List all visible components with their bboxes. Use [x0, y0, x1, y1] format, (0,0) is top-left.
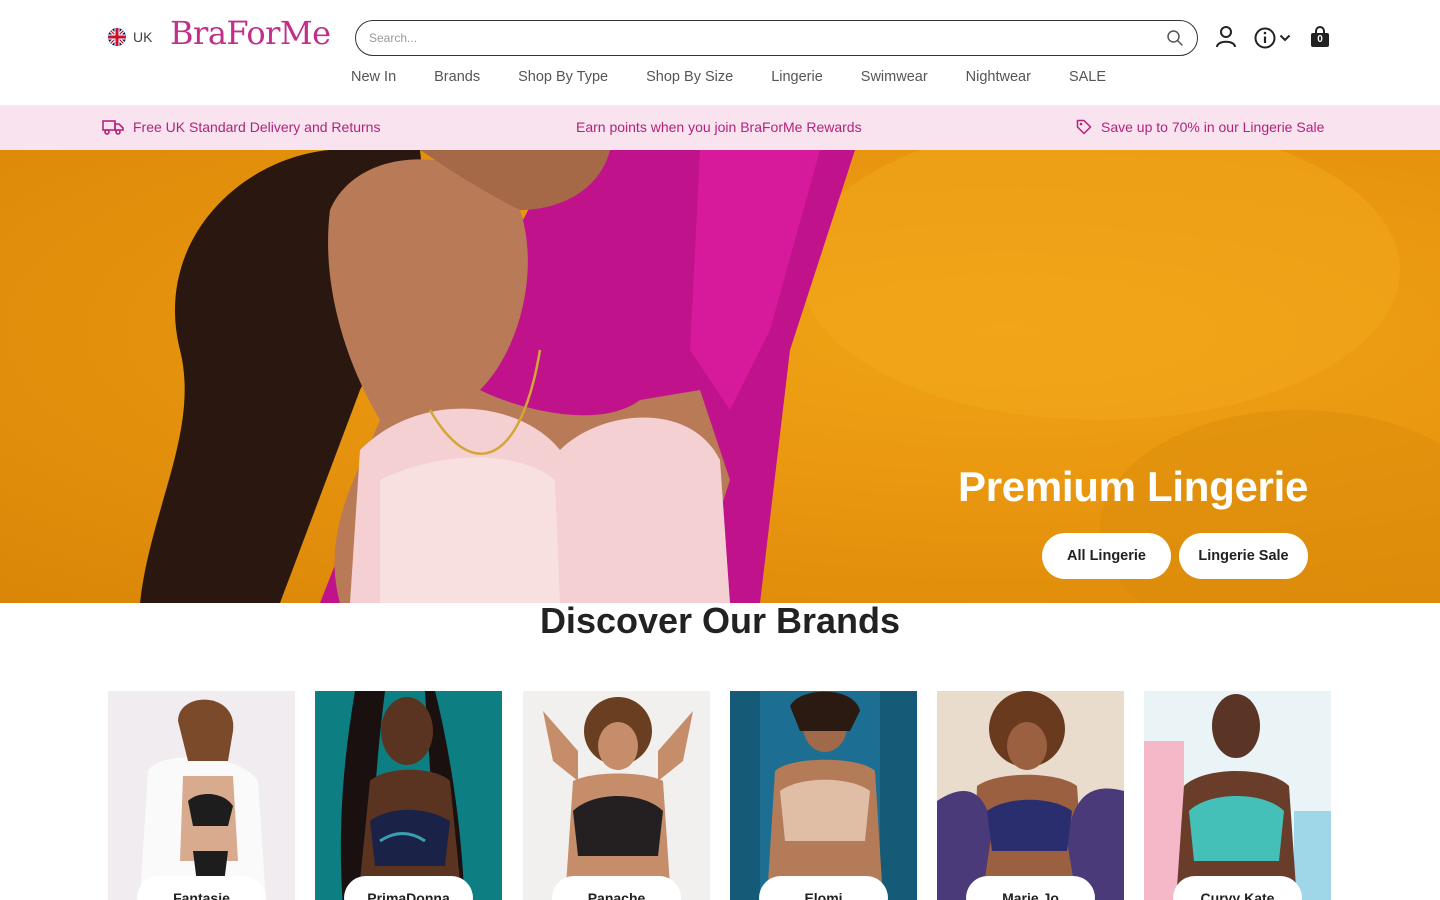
cart-count: 0 — [1317, 34, 1323, 45]
brand-name: Elomi — [759, 876, 888, 900]
cart-button[interactable]: 0 — [1310, 26, 1330, 48]
brand-image — [937, 691, 1124, 900]
hero-banner: Premium Lingerie All Lingerie Lingerie S… — [0, 150, 1440, 603]
main-nav: New In Brands Shop By Type Shop By Size … — [351, 69, 1144, 85]
brand-name: PrimaDonna — [344, 876, 473, 900]
promo-rewards[interactable]: Earn points when you join BraForMe Rewar… — [576, 119, 862, 135]
brand-name: Panache — [552, 876, 681, 900]
nav-lingerie[interactable]: Lingerie — [771, 69, 823, 85]
hero-title: Premium Lingerie — [958, 463, 1308, 510]
locale-label: UK — [133, 29, 153, 45]
nav-swimwear[interactable]: Swimwear — [861, 69, 928, 85]
promo-sale-text: Save up to 70% in our Lingerie Sale — [1101, 119, 1325, 135]
promo-delivery[interactable]: Free UK Standard Delivery and Returns — [102, 119, 380, 135]
brand-card-panache[interactable]: Panache — [523, 691, 710, 900]
locale-selector[interactable]: UK — [108, 28, 152, 46]
info-menu-button[interactable] — [1254, 27, 1291, 49]
brand-image — [108, 691, 295, 900]
promo-rewards-text: Earn points when you join BraForMe Rewar… — [576, 119, 862, 135]
brand-image — [523, 691, 710, 900]
brand-image — [1144, 691, 1331, 900]
site-logo[interactable]: BraForMe — [170, 14, 331, 52]
nav-brands[interactable]: Brands — [434, 69, 480, 85]
brand-name: Fantasie — [137, 876, 266, 900]
promo-bar: Free UK Standard Delivery and Returns Ea… — [0, 105, 1440, 150]
nav-new-in[interactable]: New In — [351, 69, 396, 85]
price-tag-icon — [1076, 119, 1092, 135]
brand-image — [315, 691, 502, 900]
all-lingerie-button[interactable]: All Lingerie — [1042, 533, 1171, 579]
nav-shop-by-size[interactable]: Shop By Size — [646, 69, 733, 85]
uk-flag-icon — [108, 28, 126, 46]
chevron-down-icon — [1279, 34, 1291, 42]
nav-shop-by-type[interactable]: Shop By Type — [518, 69, 608, 85]
brand-card-curvy-kate[interactable]: Curvy Kate — [1144, 691, 1331, 900]
info-icon — [1254, 27, 1276, 49]
brand-card-primadonna[interactable]: PrimaDonna — [315, 691, 502, 900]
nav-sale[interactable]: SALE — [1069, 69, 1106, 85]
brand-card-fantasie[interactable]: Fantasie — [108, 691, 295, 900]
brand-card-elomi[interactable]: Elomi — [730, 691, 917, 900]
promo-sale[interactable]: Save up to 70% in our Lingerie Sale — [1076, 119, 1324, 135]
brand-name: Marie Jo — [966, 876, 1095, 900]
brand-image — [730, 691, 917, 900]
search-bar — [355, 20, 1198, 56]
search-input[interactable] — [369, 31, 1166, 45]
nav-nightwear[interactable]: Nightwear — [966, 69, 1031, 85]
site-header: UK BraForMe 0 New In Bran — [0, 0, 1440, 105]
promo-delivery-text: Free UK Standard Delivery and Returns — [133, 119, 381, 135]
brand-name: Curvy Kate — [1173, 876, 1302, 900]
search-icon[interactable] — [1166, 29, 1184, 47]
delivery-truck-icon — [102, 120, 124, 135]
brand-card-marie-jo[interactable]: Marie Jo — [937, 691, 1124, 900]
brands-section-title: Discover Our Brands — [539, 600, 901, 641]
account-icon — [1216, 26, 1236, 48]
account-button[interactable] — [1215, 25, 1237, 49]
lingerie-sale-button[interactable]: Lingerie Sale — [1179, 533, 1308, 579]
